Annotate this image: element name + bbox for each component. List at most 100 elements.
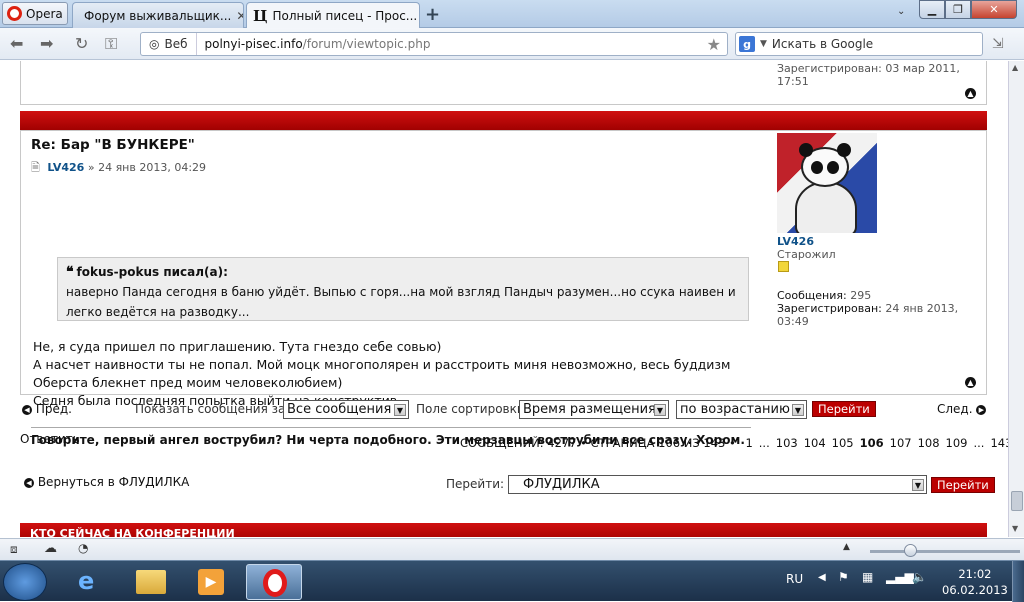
zoom-slider-track[interactable] [870,550,1020,553]
sort-order-value: по возрастанию [680,402,790,417]
taskbar-media-button[interactable]: ▶ [182,564,238,600]
back-to-top-icon[interactable]: ▲ [965,377,976,388]
network-icon[interactable]: ▂▄▆ [886,570,914,584]
dropdown-arrow-icon: ▼ [394,404,406,416]
post: Re: Бар "В БУНКЕРЕ" 🗎 LV426 » 24 янв 201… [20,130,987,447]
opera-menu-button[interactable]: Opera [2,2,68,25]
sort-field-label: Поле сортировки [416,402,525,416]
search-engine-chevron-icon[interactable]: ▼ [760,39,767,49]
zoom-up-icon[interactable]: ▲ [843,542,850,552]
language-indicator[interactable]: RU [786,572,803,586]
clock-time: 21:02 [958,567,992,581]
back-arrow-icon[interactable]: ⬅ [10,34,23,53]
panda-eye [827,161,839,174]
turbo-icon[interactable]: ◔ [78,541,88,555]
show-posts-select[interactable]: Все сообщения ▼ [283,400,409,419]
pagination-page-link[interactable]: 103 [776,436,798,450]
forward-arrow-icon[interactable]: ➡ [40,34,53,53]
pagination-summary: СООБЩЕНИЙ: 4277 • СТРАНИЦА 106 ИЗ 143 • [460,436,736,450]
pagination-page-link[interactable]: 107 [890,436,912,450]
pagination-ellipsis: ... [973,436,985,450]
back-to-forum-link[interactable]: ◀ Вернуться в ФЛУДИЛКА [24,475,189,489]
device-icon[interactable]: ▦ [862,570,873,584]
security-indicator[interactable]: ◎ Веб [141,33,197,55]
rank-star-icon [778,261,789,272]
tab-title: Форум выживальщик... [84,8,232,23]
dropdown-arrow-icon: ▼ [654,404,666,416]
taskbar-opera-button[interactable] [246,564,302,600]
sort-go-button[interactable]: Перейти [812,401,876,417]
pagination-page-link[interactable]: 1 [745,436,752,450]
tab-close-icon[interactable]: ✕ [236,9,243,23]
search-placeholder: Искать в Google [771,37,874,51]
key-icon[interactable]: ⚿ [105,34,117,54]
close-window-button[interactable]: ✕ [971,0,1017,19]
panda-ear [799,143,813,157]
sort-order-select[interactable]: по возрастанию ▼ [676,400,807,419]
scrollbar-thumb[interactable] [1011,491,1023,511]
zoom-slider-knob[interactable] [904,544,917,557]
minimize-button[interactable]: ▁ [919,0,945,19]
clock-date: 06.02.2013 [942,583,1008,597]
opera-logo-icon [7,6,22,21]
profile-rank: Старожил [777,248,836,261]
bookmark-star-icon[interactable]: ★ [707,35,721,54]
volume-icon[interactable]: 🔈 [912,570,927,584]
previous-post-registered: Зарегистрирован: 03 мар 2011, 17:51 [777,62,960,88]
panda-eye [811,161,823,174]
page-scrollbar[interactable]: ▲ ▼ [1008,61,1024,537]
messages-count[interactable]: 295 [850,289,871,302]
clock[interactable]: 21:02 06.02.2013 [942,566,1008,598]
tab-forum-survivalist[interactable]: Форум выживальщик... ✕ [72,2,244,28]
tab-polnyi-pisec[interactable]: Ц Полный писец - Прос... ✕ [246,2,420,29]
prev-topic-link[interactable]: ◀ Пред. [22,402,72,416]
taskbar-ie-button[interactable]: e [62,564,118,600]
post-author-link[interactable]: LV426 [47,161,84,174]
scroll-down-icon[interactable]: ▼ [1012,524,1018,533]
prev-arrow-icon: ◀ [22,404,32,415]
show-desktop-button[interactable] [1012,561,1024,602]
security-label: Веб [164,37,188,51]
user-avatar [777,133,877,233]
new-tab-plus-icon[interactable]: + [425,4,440,25]
next-topic-link[interactable]: След. ▶ [937,402,987,416]
dropdown-arrow-icon: ▼ [792,404,804,416]
tab-list-chevron-icon[interactable]: ⌄ [897,6,905,17]
post-title[interactable]: Re: Бар "В БУНКЕРЕ" [31,137,195,153]
registered-time: 03:49 [777,315,809,328]
pagination-page-link[interactable]: 104 [804,436,826,450]
address-toolbar: ⬅ ➡ ↻ ⚿ ◎ Веб polnyi-pisec.info/forum/vi… [0,28,1024,60]
profile-username[interactable]: LV426 [777,235,836,248]
jump-forum-select[interactable]: ФЛУДИЛКА ▼ [508,475,927,494]
scroll-up-icon[interactable]: ▲ [1012,63,1018,72]
cloud-icon[interactable]: ☁ [44,541,57,556]
browser-tab-strip: Opera Форум выживальщик... ✕ Ц Полный пи… [0,0,1024,29]
reply-button[interactable]: Ответить [20,432,80,446]
pagination-page-link[interactable]: 108 [918,436,940,450]
pagination-page-link[interactable]: 109 [946,436,968,450]
google-icon: g [739,36,755,52]
tab-title: Полный писец - Прос... [272,9,418,23]
back-to-top-icon[interactable]: ▲ [965,88,976,99]
pagination-page-link[interactable]: 143 [990,436,1008,450]
windows-taskbar: e ▶ RU ◀ ⚑ ▦ ▂▄▆ 🔈 21:02 06.02.2013 [0,560,1024,602]
action-center-icon[interactable]: ⚑ [838,570,849,584]
browser-status-bar: ⧈ ☁ ◔ ▲ [0,538,1024,560]
back-arrow-icon: ◀ [24,477,34,488]
panel-icon[interactable]: ⧈ [10,542,18,557]
restore-button[interactable]: ❐ [945,0,971,19]
search-field[interactable]: g ▼ Искать в Google [735,32,983,56]
pagination-page-link[interactable]: 105 [832,436,854,450]
post-document-icon[interactable]: 🗎 [31,161,40,174]
sort-field-select[interactable]: Время размещения ▼ [519,400,669,419]
taskbar-explorer-button[interactable] [122,564,178,600]
address-field[interactable]: ◎ Веб polnyi-pisec.info/forum/viewtopic.… [140,32,728,56]
reload-icon[interactable]: ↻ [75,34,88,53]
quote-mark-icon: ❝ [66,264,74,280]
post-body-line: Не, я суда пришел по приглашению. Тута г… [33,339,442,354]
jump-go-button[interactable]: Перейти [931,477,995,493]
start-button[interactable] [3,563,47,601]
tray-expand-icon[interactable]: ◀ [818,572,826,583]
jump-forum-value: ФЛУДИЛКА [523,477,600,492]
panel-toggle-icon[interactable]: ⇲ [992,36,1004,52]
